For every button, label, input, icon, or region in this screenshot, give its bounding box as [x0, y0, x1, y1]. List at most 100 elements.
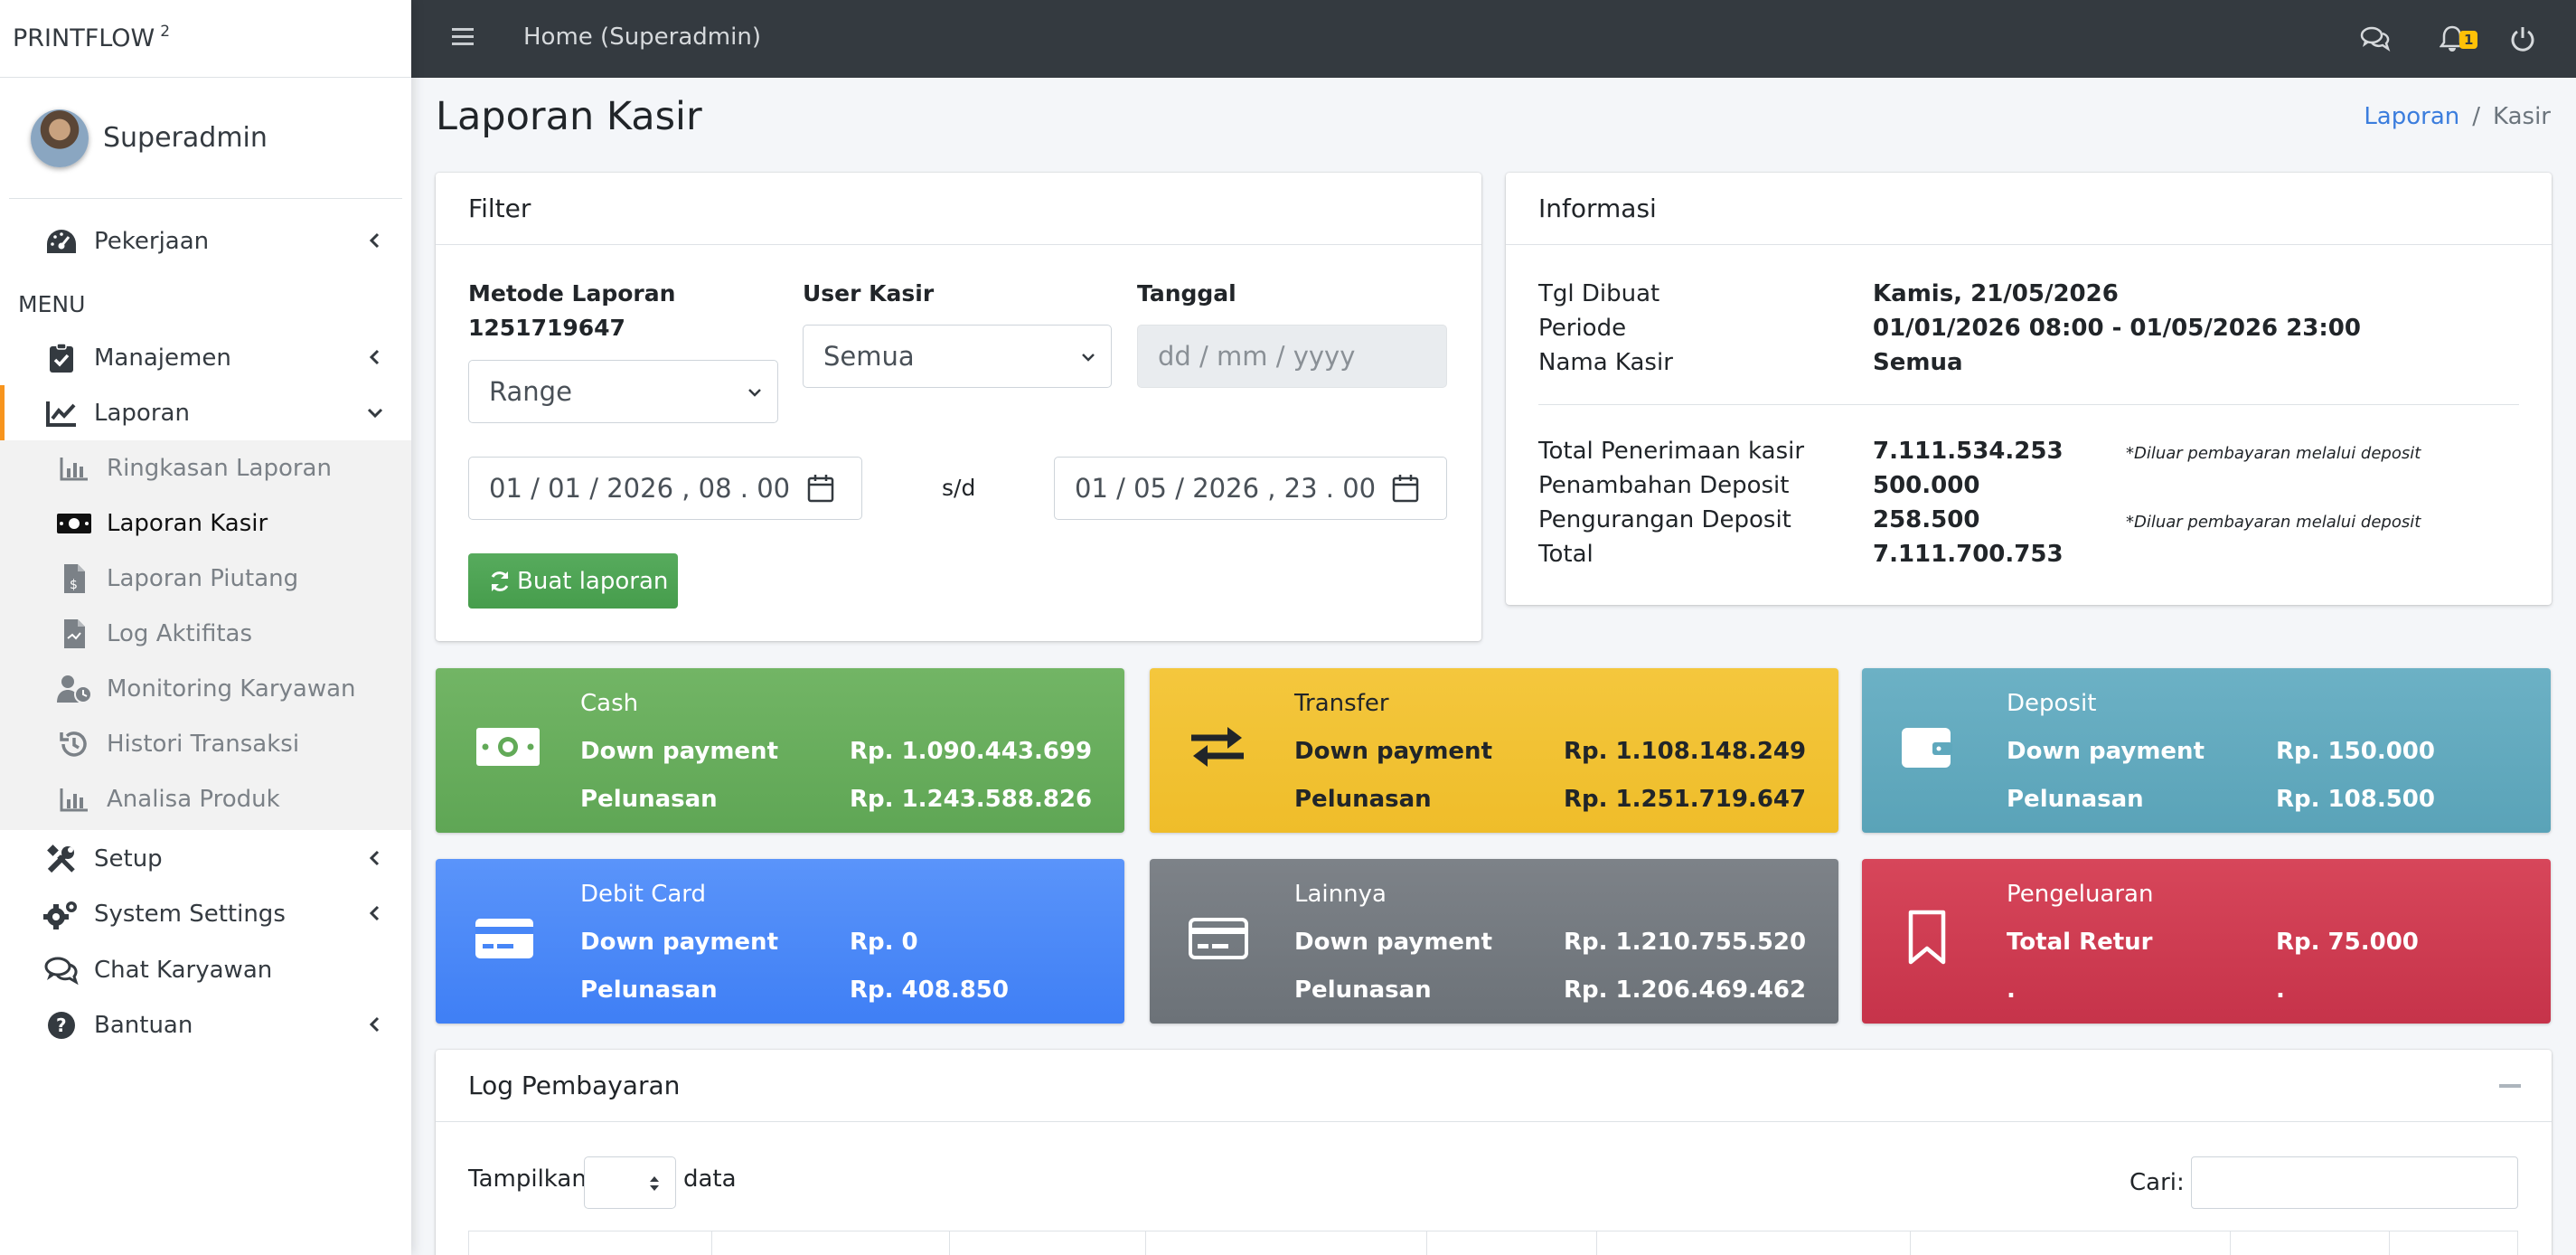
penambahan-deposit-value: 500.000: [1873, 472, 1980, 499]
table-column[interactable]: [1910, 1231, 1911, 1255]
transfer-pelunasan-label: Pelunasan: [1294, 786, 1432, 813]
penerimaan-note: *Diluar pembayaran melalui deposit: [2126, 444, 2421, 463]
table-column[interactable]: [1426, 1231, 1427, 1255]
user-kasir-select[interactable]: Semua: [803, 325, 1112, 388]
collapse-minus-icon[interactable]: [2499, 1084, 2521, 1088]
refresh-icon: [491, 571, 509, 591]
deposit-dp-label: Down payment: [2007, 738, 2205, 765]
brand-logo[interactable]: PRINTFLOW 2: [0, 0, 411, 78]
cogs-icon: [43, 896, 80, 932]
log-pembayaran-title: Log Pembayaran: [436, 1050, 2552, 1122]
breadcrumb-laporan-link[interactable]: Laporan: [2364, 103, 2459, 130]
sidebar-item-label: Pekerjaan: [94, 228, 210, 255]
cash-pelunasan-label: Pelunasan: [580, 786, 718, 813]
power-icon[interactable]: [2510, 25, 2535, 52]
table-column[interactable]: [711, 1231, 712, 1255]
transfer-box: Transfer Down payment Rp. 1.108.148.249 …: [1150, 668, 1838, 833]
cash-box: Cash Down payment Rp. 1.090.443.699 Pelu…: [436, 668, 1124, 833]
chevron-left-icon: [369, 232, 380, 249]
chevron-left-icon: [369, 905, 380, 921]
sidebar-item-label: Laporan: [94, 400, 190, 427]
pengurangan-note: *Diluar pembayaran melalui deposit: [2126, 513, 2421, 532]
user-name: Superadmin: [103, 122, 268, 154]
topbar-home-link[interactable]: Home (Superadmin): [523, 24, 761, 51]
chevron-down-icon: [367, 408, 383, 419]
date-range-separator: s/d: [942, 475, 976, 501]
table-column[interactable]: [1145, 1231, 1146, 1255]
user-clock-icon: [56, 671, 92, 707]
line-chart-icon: [43, 395, 80, 431]
log-pembayaran-card: Log Pembayaran Tampilkan data Cari:: [436, 1050, 2552, 1255]
cari-label: Cari:: [2129, 1169, 2185, 1196]
chat-icon: [43, 952, 80, 988]
metode-laporan-sub: 1251719647: [468, 315, 625, 341]
sidebar-subitem-laporan-kasir[interactable]: Laporan Kasir: [0, 495, 411, 551]
svg-text:?: ?: [56, 1014, 67, 1036]
penambahan-deposit-label: Penambahan Deposit: [1538, 472, 1790, 499]
deposit-pelunasan-label: Pelunasan: [2007, 786, 2144, 813]
sidebar-item-bantuan[interactable]: ? Bantuan: [0, 997, 411, 1053]
user-kasir-value: Semua: [823, 341, 915, 372]
end-datetime-input[interactable]: 01 / 05 / 2026 , 23 . 00: [1054, 457, 1447, 520]
start-datetime-input[interactable]: 01 / 01 / 2026 , 08 . 00: [468, 457, 862, 520]
sort-arrows-icon: [650, 1176, 659, 1191]
lainnya-pelunasan-value: Rp. 1.206.469.462: [1564, 977, 1807, 1004]
search-input[interactable]: [2191, 1156, 2518, 1209]
total-value: 7.111.700.753: [1873, 541, 2064, 568]
sidebar-subitem-label: Laporan Kasir: [107, 509, 268, 537]
sidebar-subitem-ringkasan-laporan[interactable]: Ringkasan Laporan: [0, 440, 411, 495]
sidebar-subitem-laporan-piutang[interactable]: $ Laporan Piutang: [0, 551, 411, 606]
pengurangan-deposit-label: Pengurangan Deposit: [1538, 506, 1791, 533]
chat-icon[interactable]: [2360, 25, 2391, 52]
total-retur-label: Total Retur: [2007, 929, 2153, 956]
lainnya-box: Lainnya Down payment Rp. 1.210.755.520 P…: [1150, 859, 1838, 1024]
user-panel[interactable]: Superadmin: [9, 78, 402, 199]
table-column[interactable]: [1596, 1231, 1597, 1255]
sidebar-item-laporan[interactable]: Laporan: [0, 385, 411, 441]
cash-pelunasan-value: Rp. 1.243.588.826: [850, 786, 1093, 813]
sidebar-item-label: Bantuan: [94, 1012, 193, 1039]
lainnya-pelunasan-label: Pelunasan: [1294, 977, 1432, 1004]
buat-laporan-button[interactable]: Buat laporan: [468, 553, 678, 609]
total-label: Total: [1538, 541, 1594, 568]
tampilkan-label: Tampilkan: [468, 1165, 587, 1193]
breadcrumb: Laporan / Kasir: [2364, 103, 2551, 130]
total-penerimaan-value: 7.111.534.253: [1873, 438, 2064, 465]
tgl-dibuat-value: Kamis, 21/05/2026: [1873, 280, 2119, 307]
sidebar-subitem-monitoring-karyawan[interactable]: Monitoring Karyawan: [0, 661, 411, 716]
top-navbar: Home (Superadmin) 1: [411, 0, 2576, 78]
tgl-dibuat-label: Tgl Dibuat: [1538, 280, 1660, 307]
clipboard-check-icon: [43, 340, 80, 376]
sidebar-subitem-log-aktifitas[interactable]: Log Aktifitas: [0, 606, 411, 661]
exchange-arrows-icon: [1191, 727, 1244, 767]
sidebar-item-label: Chat Karyawan: [94, 957, 273, 984]
sidebar-item-manajemen[interactable]: Manajemen: [0, 330, 411, 386]
sidebar-item-system-settings[interactable]: System Settings: [0, 886, 411, 942]
table-column[interactable]: [2389, 1231, 2390, 1255]
sidebar-item-label: Manajemen: [94, 344, 231, 372]
metode-laporan-select[interactable]: Range: [468, 360, 778, 423]
lainnya-title: Lainnya: [1294, 881, 1387, 908]
sidebar-subitem-analisa-produk[interactable]: Analisa Produk: [0, 771, 411, 826]
informasi-card: Informasi Tgl Dibuat Kamis, 21/05/2026 P…: [1506, 173, 2552, 605]
page-length-select[interactable]: [584, 1156, 676, 1209]
calendar-icon[interactable]: [1392, 474, 1419, 503]
sidebar-item-pekerjaan[interactable]: Pekerjaan: [0, 213, 411, 269]
bar-chart-icon: [56, 781, 92, 817]
cash-title: Cash: [580, 690, 639, 717]
sidebar-subitem-histori-transaksi[interactable]: Histori Transaksi: [0, 716, 411, 771]
hamburger-menu-icon[interactable]: [451, 25, 475, 49]
table-column[interactable]: [949, 1231, 950, 1255]
metode-laporan-value: Range: [489, 376, 572, 407]
sidebar-item-chat-karyawan[interactable]: Chat Karyawan: [0, 942, 411, 998]
sidebar-item-setup[interactable]: Setup: [0, 831, 411, 887]
tanggal-input[interactable]: dd / mm / yyyy: [1137, 325, 1447, 388]
table-column[interactable]: [2230, 1231, 2231, 1255]
bookmark-icon: [1908, 910, 1946, 965]
deposit-box: Deposit Down payment Rp. 150.000 Pelunas…: [1862, 668, 2551, 833]
chevron-down-icon: [1082, 354, 1095, 362]
calendar-icon[interactable]: [807, 474, 834, 503]
divider: [1538, 404, 2519, 405]
tachometer-icon: [43, 223, 80, 259]
nama-kasir-value: Semua: [1873, 349, 1963, 376]
